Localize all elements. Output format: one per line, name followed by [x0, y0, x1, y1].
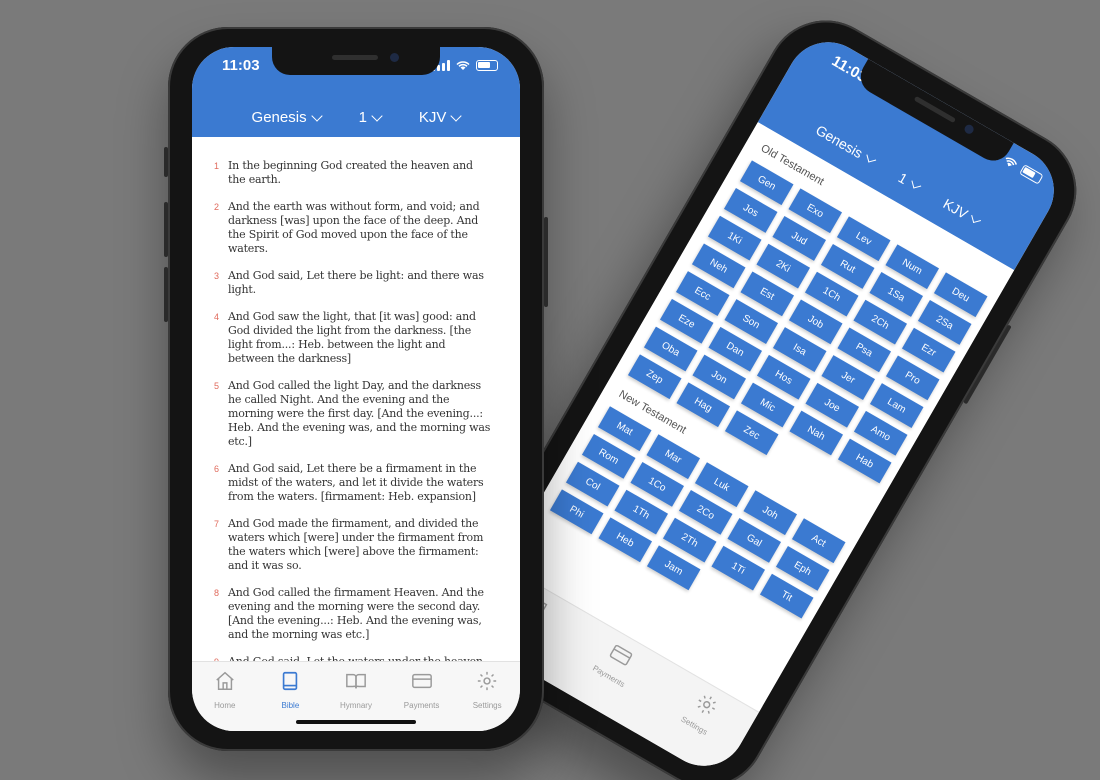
- chevron-down-icon: [450, 109, 463, 122]
- verse-number: 7: [214, 519, 220, 529]
- tab-label: Bible: [281, 701, 300, 710]
- verse-text: And God made the firmament, and divided …: [228, 517, 484, 572]
- battery-icon: [476, 60, 498, 71]
- verse-text: And God called the light Day, and the da…: [228, 379, 491, 448]
- verse-text: And God called the firmament Heaven. And…: [228, 586, 484, 641]
- chapter-selector-label: 1: [895, 169, 911, 188]
- verse-number: 1: [214, 161, 220, 171]
- tab-settings[interactable]: Settings: [457, 670, 517, 731]
- verse-number: 6: [214, 464, 220, 474]
- screen-reader: 11:03 Genesis 1 KJV 1 In the beginning Go…: [192, 47, 520, 731]
- chapter-selector[interactable]: 1: [896, 169, 923, 194]
- screen-book-picker: 11:03 Genesis 1 KJV Old Testament Gen Exo…: [462, 26, 1070, 780]
- card-icon: [411, 670, 433, 697]
- verse-number: 2: [214, 202, 220, 212]
- verse-row[interactable]: 6 And God said, Let there be a firmament …: [214, 462, 492, 504]
- verse-row[interactable]: 3 And God said, Let there be light: and t…: [214, 269, 492, 297]
- chevron-down-icon: [371, 109, 383, 122]
- home-indicator[interactable]: [296, 720, 416, 724]
- verse-row[interactable]: 8 And God called the firmament Heaven. An…: [214, 586, 492, 642]
- verse-number: 8: [214, 588, 220, 598]
- tab-label: Home: [214, 701, 236, 710]
- gear-icon: [689, 689, 722, 723]
- open-book-icon: [345, 670, 367, 697]
- verse-number: 5: [214, 381, 220, 391]
- book-selector[interactable]: Genesis: [251, 109, 323, 126]
- volume-up-button: [164, 202, 168, 257]
- chapter-selector[interactable]: 1: [358, 109, 383, 126]
- card-icon: [603, 640, 636, 674]
- tab-label: Hymnary: [339, 701, 372, 710]
- book-icon: [279, 670, 301, 697]
- version-selector[interactable]: KJV: [418, 109, 463, 126]
- verse-row[interactable]: 4 And God saw the light, that [it was] go…: [214, 310, 492, 366]
- verse-text: In the beginning God created the heaven …: [228, 159, 473, 186]
- chapter-selector-label: 1: [358, 109, 367, 126]
- volume-down-button: [164, 267, 168, 322]
- home-icon: [214, 670, 236, 697]
- tab-label: Settings: [472, 701, 502, 710]
- tab-payments[interactable]: Payments: [565, 631, 652, 722]
- notch: [272, 47, 440, 75]
- verse-row[interactable]: 5 And God called the light Day, and the d…: [214, 379, 492, 449]
- verse-row[interactable]: 1 In the beginning God created the heaven…: [214, 159, 492, 187]
- status-time: 11:03: [222, 57, 260, 74]
- wifi-icon: [456, 61, 470, 70]
- battery-icon: [1019, 164, 1044, 185]
- verse-text: And God said, Let there be a firmament i…: [228, 462, 484, 503]
- power-button: [544, 217, 548, 307]
- chevron-down-icon: [911, 178, 921, 189]
- verse-number: 4: [214, 312, 220, 322]
- chevron-down-icon: [310, 109, 323, 122]
- book-selector-label: Genesis: [251, 109, 307, 126]
- verse-text: And the earth was without form, and void…: [228, 200, 480, 255]
- gear-icon: [476, 670, 498, 697]
- version-selector-label: KJV: [418, 109, 447, 126]
- verse-text: And God saw the light, that [it was] goo…: [228, 310, 476, 365]
- tab-settings[interactable]: Settings: [650, 680, 737, 771]
- verse-row[interactable]: 2 And the earth was without form, and voi…: [214, 200, 492, 256]
- verse-list: 1 In the beginning God created the heaven…: [192, 137, 520, 710]
- chevron-down-icon: [866, 152, 877, 163]
- mute-switch: [164, 147, 168, 177]
- version-selector-label: KJV: [940, 195, 971, 223]
- version-selector[interactable]: KJV: [941, 195, 983, 229]
- tab-label: Payments: [403, 701, 440, 710]
- phone-reader: 11:03 Genesis 1 KJV 1 In the beginning Go…: [164, 27, 548, 751]
- verse-text: And God said, Let there be light: and th…: [228, 269, 484, 296]
- verse-number: 3: [214, 271, 220, 281]
- verse-row[interactable]: 7 And God made the firmament, and divided…: [214, 517, 492, 573]
- chevron-down-icon: [971, 213, 982, 224]
- tab-home[interactable]: Home: [195, 670, 255, 731]
- book-selector-label: Genesis: [813, 121, 866, 162]
